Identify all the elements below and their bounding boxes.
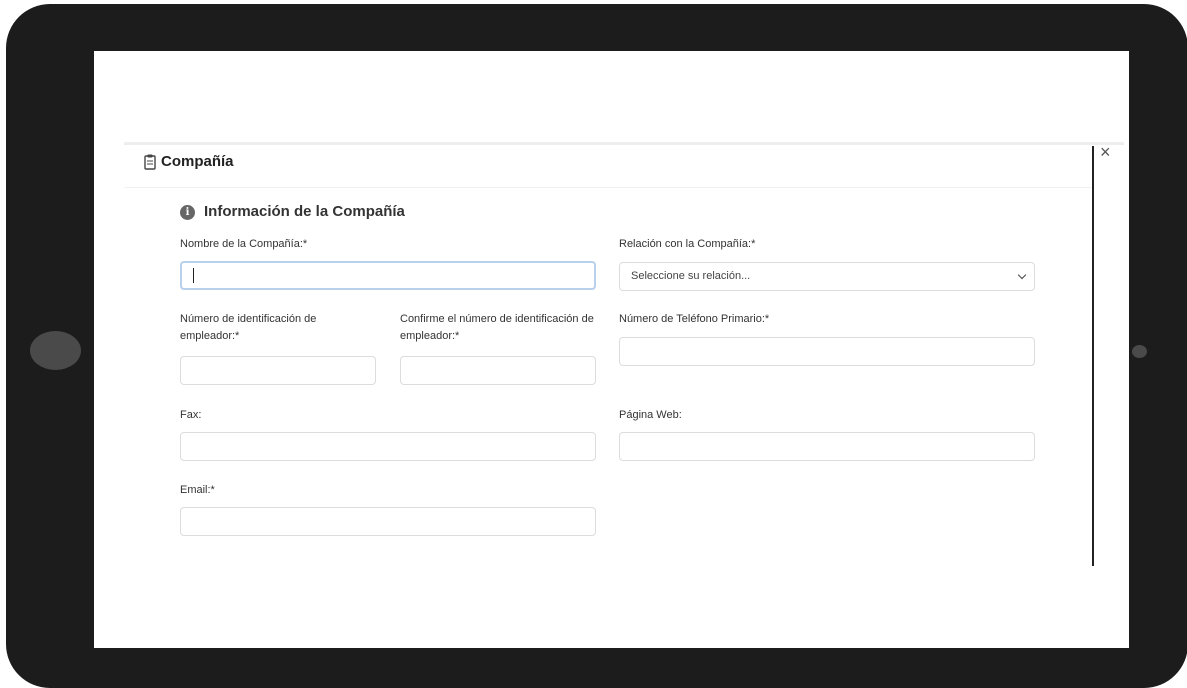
tablet-frame: Compañía × i Información de la Compañía … [6,4,1187,688]
fax-input[interactable] [180,432,596,461]
website-label: Página Web: [619,409,682,421]
phone-label: Número de Teléfono Primario:* [619,313,770,325]
company-name-input[interactable] [180,261,596,290]
relation-selected-value: Seleccione su relación... [631,270,751,282]
email-input[interactable] [180,507,596,536]
tablet-camera [1132,345,1147,358]
modal-title: Compañía [161,153,234,170]
fax-label: Fax: [180,409,202,421]
clipboard-icon [144,154,156,170]
close-icon[interactable]: × [1100,142,1111,163]
info-icon: i [180,205,195,220]
screen: Compañía × i Información de la Compañía … [94,51,1129,648]
phone-input[interactable] [619,337,1035,366]
section-title: Información de la Compañía [204,203,405,220]
ein-label: Número de identificación de empleador:* [180,313,317,342]
website-input[interactable] [619,432,1035,461]
company-name-label: Nombre de la Compañía:* [180,238,308,250]
relation-label: Relación con la Compañía:* [619,238,756,250]
relation-select[interactable]: Seleccione su relación... [619,262,1035,291]
modal-header: Compañía × [124,142,1111,188]
tablet-home-button [30,331,81,370]
scrollbar[interactable] [1092,146,1094,566]
ein-confirm-label: Confirme el número de identificación de … [400,313,594,342]
ein-input[interactable] [180,356,376,385]
text-caret [193,268,194,283]
chevron-down-icon [1017,270,1027,280]
email-label: Email:* [180,484,215,496]
ein-confirm-input[interactable] [400,356,596,385]
